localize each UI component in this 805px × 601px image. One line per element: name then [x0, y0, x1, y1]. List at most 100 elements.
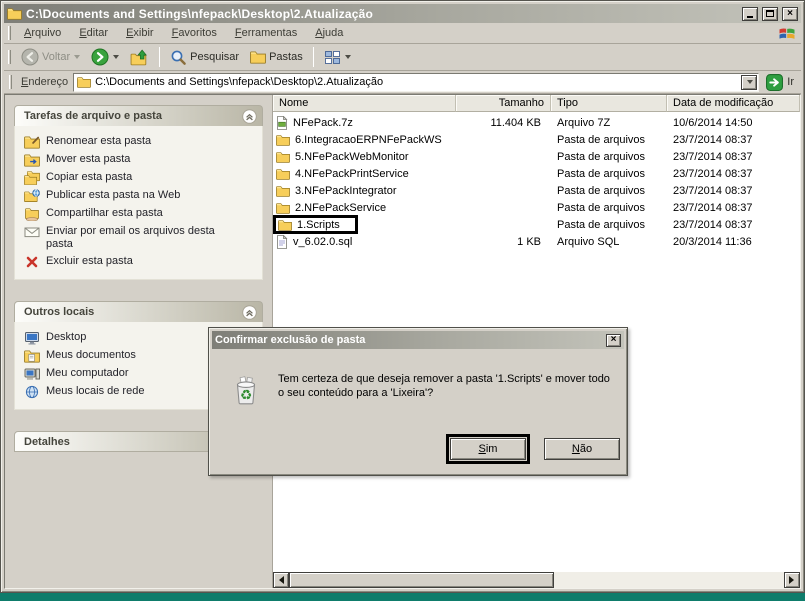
move-folder-icon: [24, 153, 40, 167]
share-folder-icon: [24, 207, 40, 221]
folder-icon: [276, 151, 290, 163]
file-date: 23/7/2014 08:37: [667, 185, 800, 197]
panel-header-file-tasks[interactable]: Tarefas de arquivo e pasta: [14, 105, 263, 126]
yes-label: Sim: [479, 443, 498, 455]
chevron-up-icon[interactable]: [242, 305, 257, 320]
file-row[interactable]: 6.IntegracaoERPNFePackWS Pasta de arquiv…: [273, 131, 800, 148]
toolbar-grip[interactable]: [8, 26, 11, 40]
file-name[interactable]: 6.IntegracaoERPNFePackWS: [295, 134, 442, 146]
file-date: 23/7/2014 08:37: [667, 202, 800, 214]
scrollbar-track[interactable]: [554, 572, 784, 588]
file-type: Pasta de arquivos: [551, 151, 667, 163]
file-row[interactable]: 3.NFePackIntegrator Pasta de arquivos 23…: [273, 182, 800, 199]
back-dropdown-icon: [74, 55, 80, 59]
menu-ferramentas[interactable]: Ferramentas: [226, 24, 306, 42]
column-header-date[interactable]: Data de modificação: [667, 95, 800, 112]
file-name[interactable]: NFePack.7z: [293, 117, 353, 129]
task-email-files[interactable]: Enviar por email os arquivos desta pasta: [24, 223, 258, 253]
task-publish-folder[interactable]: Publicar esta pasta na Web: [24, 187, 258, 205]
file-name[interactable]: 1.Scripts: [297, 219, 340, 231]
toolbar-grip[interactable]: [8, 50, 11, 64]
column-header-size[interactable]: Tamanho: [456, 95, 551, 112]
title-bar[interactable]: C:\Documents and Settings\nfepack\Deskto…: [4, 4, 801, 23]
back-button[interactable]: Voltar: [16, 45, 85, 69]
task-label: Copiar esta pasta: [46, 171, 132, 184]
panel-header-other-places[interactable]: Outros locais: [14, 301, 263, 322]
recycle-bin-icon: [229, 373, 263, 407]
file-type: Arquivo 7Z: [551, 117, 667, 129]
up-button[interactable]: [125, 46, 154, 69]
place-label: Desktop: [46, 331, 86, 344]
place-label: Meus locais de rede: [46, 385, 144, 398]
menu-exibir[interactable]: Exibir: [117, 24, 163, 42]
yes-button[interactable]: Sim: [450, 438, 526, 460]
file-type: Arquivo SQL: [551, 236, 667, 248]
file-name[interactable]: 4.NFePackPrintService: [295, 168, 409, 180]
address-label: Endereço: [21, 76, 68, 88]
highlight-annotation-box: Sim: [446, 434, 530, 464]
folders-button[interactable]: Pastas: [245, 47, 308, 67]
panel-file-tasks: Tarefas de arquivo e pasta Renomear esta…: [14, 105, 263, 280]
menu-ajuda[interactable]: Ajuda: [306, 24, 352, 42]
explorer-window: C:\Documents and Settings\nfepack\Deskto…: [0, 0, 805, 593]
file-row[interactable]: 4.NFePackPrintService Pasta de arquivos …: [273, 165, 800, 182]
address-dropdown-button[interactable]: [741, 75, 757, 90]
views-icon: [324, 49, 341, 66]
minimize-button[interactable]: [742, 7, 758, 21]
publish-web-icon: [24, 189, 40, 203]
horizontal-scrollbar[interactable]: [273, 572, 800, 588]
views-button[interactable]: [319, 46, 356, 69]
file-name[interactable]: 5.NFePackWebMonitor: [295, 151, 409, 163]
minimize-icon: [747, 16, 753, 18]
list-header: Nome Tamanho Tipo Data de modificação: [273, 95, 800, 112]
task-copy-folder[interactable]: Copiar esta pasta: [24, 169, 258, 187]
task-label: Excluir esta pasta: [46, 255, 133, 268]
file-row[interactable]: 5.NFePackWebMonitor Pasta de arquivos 23…: [273, 148, 800, 165]
column-header-type[interactable]: Tipo: [551, 95, 667, 112]
confirm-delete-dialog: Confirmar exclusão de pasta × Tem certez…: [208, 327, 628, 476]
scrollbar-thumb[interactable]: [289, 572, 554, 588]
task-rename-folder[interactable]: Renomear esta pasta: [24, 133, 258, 151]
dialog-title-bar[interactable]: Confirmar exclusão de pasta ×: [212, 331, 624, 349]
forward-icon: [91, 48, 109, 66]
close-button[interactable]: ×: [782, 7, 798, 21]
menu-favoritos[interactable]: Favoritos: [163, 24, 226, 42]
panel-title: Detalhes: [24, 436, 70, 448]
address-input[interactable]: C:\Documents and Settings\nfepack\Deskto…: [95, 76, 737, 88]
maximize-icon: [766, 10, 774, 17]
scroll-right-button[interactable]: [784, 572, 800, 588]
column-header-name[interactable]: Nome: [273, 95, 456, 112]
task-delete-folder[interactable]: Excluir esta pasta: [24, 253, 258, 271]
toolbar-grip[interactable]: [9, 75, 12, 89]
chevron-up-icon[interactable]: [242, 109, 257, 124]
search-label: Pesquisar: [190, 51, 239, 63]
no-button[interactable]: Não: [544, 438, 620, 460]
search-button[interactable]: Pesquisar: [165, 46, 244, 69]
folder-icon: [276, 185, 290, 197]
menu-arquivo[interactable]: Arquivo: [15, 24, 70, 42]
file-name[interactable]: 2.NFePackService: [295, 202, 386, 214]
address-combobox[interactable]: C:\Documents and Settings\nfepack\Deskto…: [73, 73, 759, 92]
task-move-folder[interactable]: Mover esta pasta: [24, 151, 258, 169]
file-row-scripts[interactable]: 1.Scripts Pasta de arquivos 23/7/2014 08…: [273, 216, 800, 233]
menu-editar[interactable]: Editar: [70, 24, 117, 42]
forward-button[interactable]: [86, 45, 124, 69]
folder-up-icon: [130, 49, 149, 66]
file-name[interactable]: 3.NFePackIntegrator: [295, 185, 397, 197]
folder-icon: [276, 168, 290, 180]
task-share-folder[interactable]: Compartilhar esta pasta: [24, 205, 258, 223]
file-row[interactable]: NFePack.7z 11.404 KB Arquivo 7Z 10/6/201…: [273, 114, 800, 131]
go-icon: [766, 74, 783, 91]
dialog-close-button[interactable]: ×: [606, 334, 621, 347]
task-label: Renomear esta pasta: [46, 135, 151, 148]
file-row[interactable]: 2.NFePackService Pasta de arquivos 23/7/…: [273, 199, 800, 216]
close-icon: ×: [611, 335, 617, 345]
file-row[interactable]: v_6.02.0.sql 1 KB Arquivo SQL 20/3/2014 …: [273, 233, 800, 250]
scroll-left-button[interactable]: [273, 572, 289, 588]
dialog-title: Confirmar exclusão de pasta: [215, 334, 606, 346]
go-button[interactable]: Ir: [764, 73, 798, 92]
file-name[interactable]: v_6.02.0.sql: [293, 236, 352, 248]
maximize-button[interactable]: [762, 7, 778, 21]
file-date: 20/3/2014 11:36: [667, 236, 800, 248]
highlight-annotation-box: 1.Scripts: [273, 215, 358, 234]
